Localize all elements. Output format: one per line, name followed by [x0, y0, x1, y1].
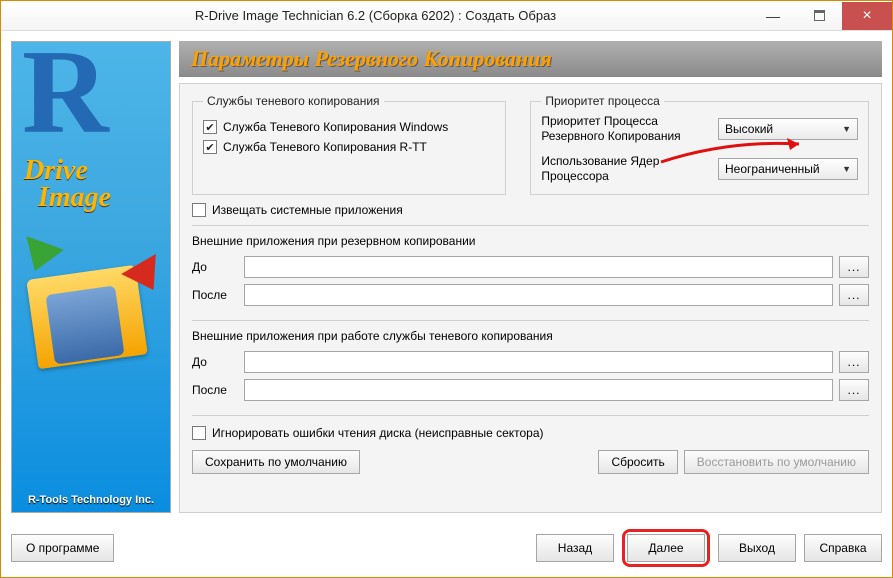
ext-backup-title: Внешние приложения при резервном копиров…: [192, 234, 869, 248]
shadow-windows-row: ✔ Служба Теневого Копирования Windows: [203, 120, 495, 134]
disk-icon: [45, 285, 124, 364]
notify-checkbox[interactable]: [192, 203, 206, 217]
shadow-windows-checkbox[interactable]: ✔: [203, 120, 217, 134]
top-settings-row: Службы теневого копирования ✔ Служба Тен…: [192, 94, 869, 195]
logo-r-icon: R: [22, 41, 109, 152]
ext-shadow-after-browse-button[interactable]: ...: [839, 379, 869, 401]
ext-shadow-before-input[interactable]: [244, 351, 833, 373]
ext-shadow-after-input[interactable]: [244, 379, 833, 401]
save-defaults-button[interactable]: Сохранить по умолчанию: [192, 450, 360, 474]
priority-cores-dropdown[interactable]: Неограниченный ▼: [718, 158, 858, 180]
reset-button[interactable]: Сбросить: [598, 450, 677, 474]
ext-apps-shadow-section: Внешние приложения при работе службы тен…: [192, 320, 869, 407]
ext-backup-before-label: До: [192, 260, 238, 274]
defaults-row: Сохранить по умолчанию Сбросить Восстано…: [192, 450, 869, 474]
window-controls: — ×: [750, 2, 892, 30]
priority-legend: Приоритет процесса: [541, 94, 663, 108]
ignore-errors-row: Игнорировать ошибки чтения диска (неиспр…: [192, 415, 869, 440]
next-button[interactable]: Далее: [627, 534, 705, 562]
back-button[interactable]: Назад: [536, 534, 614, 562]
priority-group: Приоритет процесса Приоритет Процесса Ре…: [530, 94, 869, 195]
ext-backup-before-browse-button[interactable]: ...: [839, 256, 869, 278]
content-area: Службы теневого копирования ✔ Служба Тен…: [179, 83, 882, 513]
close-button[interactable]: ×: [842, 2, 892, 30]
page-header: Параметры Резервного Копирования: [179, 41, 882, 77]
notify-row: Извещать системные приложения: [192, 203, 869, 217]
ext-shadow-before-row: До ...: [192, 351, 869, 373]
sidebar: R Drive Image R-Tools Technology Inc.: [11, 41, 171, 513]
priority-cores-value: Неограниченный: [725, 162, 820, 176]
ignore-errors-checkbox[interactable]: [192, 426, 206, 440]
brand-footer: R-Tools Technology Inc.: [12, 494, 170, 506]
app-window: R-Drive Image Technician 6.2 (Сборка 620…: [0, 0, 893, 578]
about-button[interactable]: О программе: [11, 534, 114, 562]
shadow-copy-group: Службы теневого копирования ✔ Служба Тен…: [192, 94, 506, 195]
shadow-rtt-row: ✔ Служба Теневого Копирования R-TT: [203, 140, 495, 154]
ext-backup-after-browse-button[interactable]: ...: [839, 284, 869, 306]
ignore-errors-label: Игнорировать ошибки чтения диска (неиспр…: [212, 426, 544, 440]
shadow-copy-legend: Службы теневого копирования: [203, 94, 384, 108]
ext-shadow-after-label: После: [192, 383, 238, 397]
titlebar: R-Drive Image Technician 6.2 (Сборка 620…: [1, 1, 892, 31]
next-button-highlight: Далее: [622, 529, 710, 567]
priority-cores-label: Использование Ядер Процессора: [541, 154, 710, 184]
brand-text: Drive Image: [24, 158, 111, 211]
ext-backup-before-row: До ...: [192, 256, 869, 278]
help-button[interactable]: Справка: [804, 534, 882, 562]
ext-backup-before-input[interactable]: [244, 256, 833, 278]
priority-process-value: Высокий: [725, 122, 773, 136]
notify-label: Извещать системные приложения: [212, 203, 403, 217]
ext-shadow-before-label: До: [192, 355, 238, 369]
ext-shadow-title: Внешние приложения при работе службы тен…: [192, 329, 869, 343]
window-title: R-Drive Image Technician 6.2 (Сборка 620…: [1, 8, 750, 23]
chevron-down-icon: ▼: [842, 164, 851, 174]
ext-backup-after-label: После: [192, 288, 238, 302]
brand-logo: R Drive Image R-Tools Technology Inc.: [11, 41, 171, 513]
priority-process-label: Приоритет Процесса Резервного Копировани…: [541, 114, 710, 144]
page-title: Параметры Резервного Копирования: [191, 46, 552, 72]
ext-backup-after-row: После ...: [192, 284, 869, 306]
chevron-down-icon: ▼: [842, 124, 851, 134]
main-panel: Параметры Резервного Копирования Службы …: [179, 41, 882, 513]
priority-process-dropdown[interactable]: Высокий ▼: [718, 118, 858, 140]
ext-backup-after-input[interactable]: [244, 284, 833, 306]
restore-defaults-button[interactable]: Восстановить по умолчанию: [684, 450, 869, 474]
green-arrow-icon: [16, 236, 64, 278]
window-body: R Drive Image R-Tools Technology Inc. Па…: [1, 31, 892, 523]
exit-button[interactable]: Выход: [718, 534, 796, 562]
bottom-nav-bar: О программе Назад Далее Выход Справка: [1, 523, 892, 577]
minimize-button[interactable]: —: [750, 2, 796, 30]
ext-shadow-after-row: После ...: [192, 379, 869, 401]
ext-apps-backup-section: Внешние приложения при резервном копиров…: [192, 225, 869, 312]
maximize-button[interactable]: [796, 2, 842, 30]
shadow-rtt-label: Служба Теневого Копирования R-TT: [223, 140, 427, 154]
shadow-windows-label: Служба Теневого Копирования Windows: [223, 120, 448, 134]
shadow-rtt-checkbox[interactable]: ✔: [203, 140, 217, 154]
ext-shadow-before-browse-button[interactable]: ...: [839, 351, 869, 373]
